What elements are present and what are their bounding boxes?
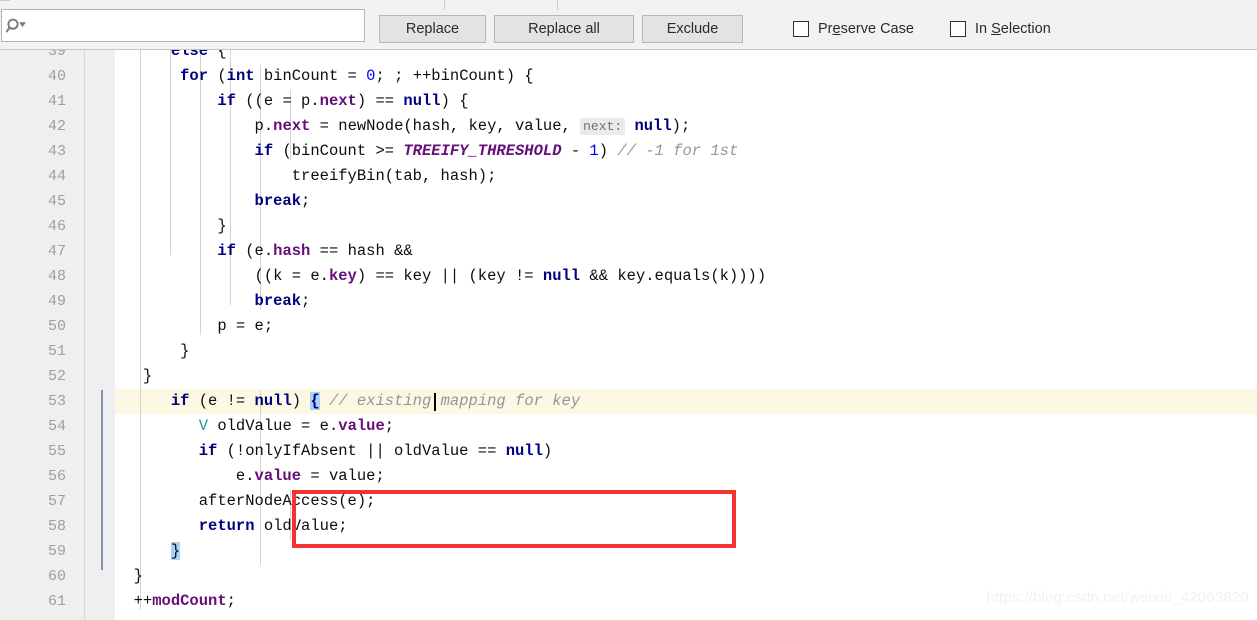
code-line-44[interactable]: treeifyBin(tab, hash); [115, 164, 1257, 189]
code-line-48[interactable]: ((k = e.key) == key || (key != null && k… [115, 264, 1257, 289]
line-number: 46 [47, 218, 66, 235]
line-number: 55 [47, 443, 66, 460]
line-number: 39 [47, 50, 66, 60]
search-input[interactable] [32, 10, 364, 41]
preserve-case-checkbox[interactable] [793, 21, 809, 37]
search-field[interactable] [1, 9, 365, 42]
code-line-50[interactable]: p = e; [115, 314, 1257, 339]
code-line-60[interactable]: } [115, 564, 1257, 589]
code-line-52[interactable]: } [115, 364, 1257, 389]
parameter-hint: next: [580, 118, 626, 135]
line-number: 42 [47, 118, 66, 135]
code-editor[interactable]: 39 40 41 42 43 44 45 46 47 48 49 50 51 5… [0, 50, 1257, 620]
line-number: 40 [47, 68, 66, 85]
code-line-56[interactable]: e.value = value; [115, 464, 1257, 489]
text-caret [434, 393, 436, 411]
code-line-41[interactable]: if ((e = p.next) == null) { [115, 89, 1257, 114]
in-selection-checkbox[interactable] [950, 21, 966, 37]
code-line-40[interactable]: for (int binCount = 0; ; ++binCount) { [115, 64, 1257, 89]
code-line-43[interactable]: if (binCount >= TREEIFY_THRESHOLD - 1) /… [115, 139, 1257, 164]
line-number: 52 [47, 368, 66, 385]
code-text-area[interactable]: else { for (int binCount = 0; ; ++binCou… [115, 50, 1257, 620]
code-line-39[interactable]: else { [115, 50, 1257, 64]
preserve-case-label: Preserve Case [818, 21, 914, 37]
line-number: 53 [47, 393, 66, 410]
replace-toolbar: Replace Replace all Exclude Preserve Cas… [0, 0, 1257, 50]
code-line-47[interactable]: if (e.hash == hash && [115, 239, 1257, 264]
line-number: 49 [47, 293, 66, 310]
replace-all-button[interactable]: Replace all [494, 15, 634, 43]
line-number: 61 [47, 593, 66, 610]
code-line-58[interactable]: return oldValue; [115, 514, 1257, 539]
line-number: 50 [47, 318, 66, 335]
code-line-42[interactable]: p.next = newNode(hash, key, value, next:… [115, 114, 1257, 139]
code-line-55[interactable]: if (!onlyIfAbsent || oldValue == null) [115, 439, 1257, 464]
search-icon[interactable] [2, 10, 32, 41]
code-line-46[interactable]: } [115, 214, 1257, 239]
line-number: 59 [47, 543, 66, 560]
line-number: 60 [47, 568, 66, 585]
code-block-indicator [101, 390, 103, 570]
code-line-49[interactable]: break; [115, 289, 1257, 314]
line-number: 47 [47, 243, 66, 260]
code-line-59[interactable]: } [115, 539, 1257, 564]
in-selection-checkbox-group[interactable]: In Selection [950, 17, 1051, 41]
line-number: 48 [47, 268, 66, 285]
line-number: 45 [47, 193, 66, 210]
line-number: 51 [47, 343, 66, 360]
code-line-53[interactable]: if (e != null) { // existing mapping for… [115, 389, 1257, 414]
matching-brace-highlight: } [170, 542, 181, 560]
code-line-51[interactable]: } [115, 339, 1257, 364]
preserve-case-checkbox-group[interactable]: Preserve Case [793, 17, 914, 41]
gutter-marker-strip [85, 50, 115, 620]
exclude-button[interactable]: Exclude [642, 15, 743, 43]
replace-button[interactable]: Replace [379, 15, 486, 43]
tab-seam-top [0, 0, 10, 1]
line-number: 56 [47, 468, 66, 485]
line-number: 41 [47, 93, 66, 110]
watermark-text: https://blog.csdn.net/weixin_42063820 [986, 589, 1249, 606]
line-number: 57 [47, 493, 66, 510]
line-number: 43 [47, 143, 66, 160]
line-number: 54 [47, 418, 66, 435]
in-selection-label: In Selection [975, 21, 1051, 37]
tab-seam-2 [557, 0, 558, 10]
code-line-54[interactable]: V oldValue = e.value; [115, 414, 1257, 439]
line-number: 58 [47, 518, 66, 535]
tab-seam-1 [444, 0, 445, 10]
code-line-57[interactable]: afterNodeAccess(e); [115, 489, 1257, 514]
line-number: 44 [47, 168, 66, 185]
matching-brace-highlight: { [310, 392, 320, 410]
code-line-45[interactable]: break; [115, 189, 1257, 214]
